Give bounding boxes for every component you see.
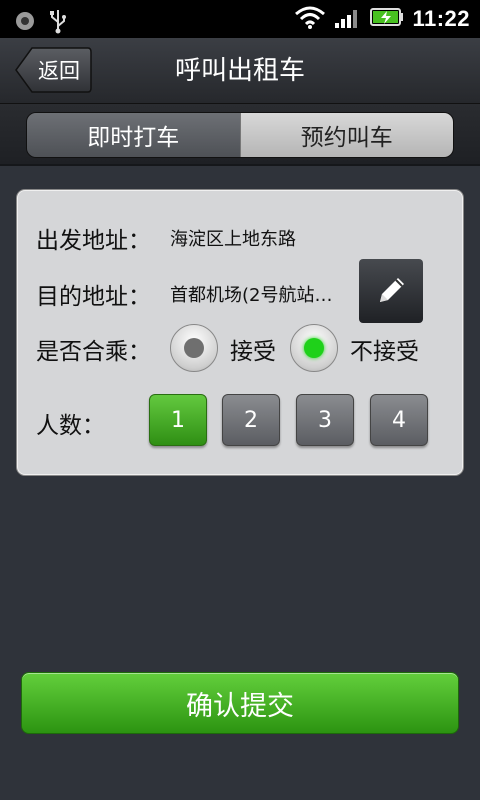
carpool-label: 是否合乘： bbox=[36, 339, 151, 365]
origin-label: 出发地址： bbox=[36, 228, 151, 254]
notification-icon bbox=[14, 10, 36, 36]
passenger-count-1-button[interactable]: 1 bbox=[149, 394, 207, 446]
destination-value[interactable]: 首都机场(2号航站… bbox=[170, 281, 332, 307]
carpool-decline-label: 不接受 bbox=[350, 339, 419, 365]
carpool-accept-label: 接受 bbox=[230, 339, 276, 365]
destination-label: 目的地址： bbox=[36, 284, 151, 310]
passenger-count-2-button[interactable]: 2 bbox=[222, 394, 280, 446]
battery-charging-icon bbox=[370, 7, 404, 31]
radio-selected-dot bbox=[304, 338, 324, 358]
tab-reserve[interactable]: 预约叫车 bbox=[239, 113, 453, 157]
carpool-accept-radio[interactable] bbox=[170, 324, 218, 372]
wifi-icon bbox=[294, 5, 326, 33]
back-button[interactable]: 返回 bbox=[14, 46, 92, 94]
submit-button[interactable]: 确认提交 bbox=[21, 672, 459, 734]
mode-tabs: 即时打车 预约叫车 bbox=[26, 112, 454, 158]
edit-destination-button[interactable] bbox=[359, 259, 423, 323]
title-bar: 返回 呼叫出租车 bbox=[0, 38, 480, 104]
radio-unselected-dot bbox=[184, 338, 204, 358]
carpool-decline-radio[interactable] bbox=[290, 324, 338, 372]
back-label: 返回 bbox=[38, 59, 80, 83]
order-form-panel: 出发地址： 海淀区上地东路 目的地址： 首都机场(2号航站… 是否合乘： 接受 … bbox=[17, 190, 463, 475]
usb-icon bbox=[48, 8, 68, 38]
status-bar: 11:22 bbox=[0, 0, 480, 38]
passenger-count-3-button[interactable]: 3 bbox=[296, 394, 354, 446]
passengers-label: 人数： bbox=[36, 413, 105, 439]
passenger-count-4-button[interactable]: 4 bbox=[370, 394, 428, 446]
pencil-icon bbox=[380, 278, 404, 302]
tab-bar: 即时打车 预约叫车 bbox=[0, 104, 480, 166]
signal-icon bbox=[334, 5, 362, 33]
tab-instant[interactable]: 即时打车 bbox=[27, 113, 240, 157]
clock-time: 11:22 bbox=[412, 6, 470, 31]
origin-value[interactable]: 海淀区上地东路 bbox=[170, 225, 296, 251]
